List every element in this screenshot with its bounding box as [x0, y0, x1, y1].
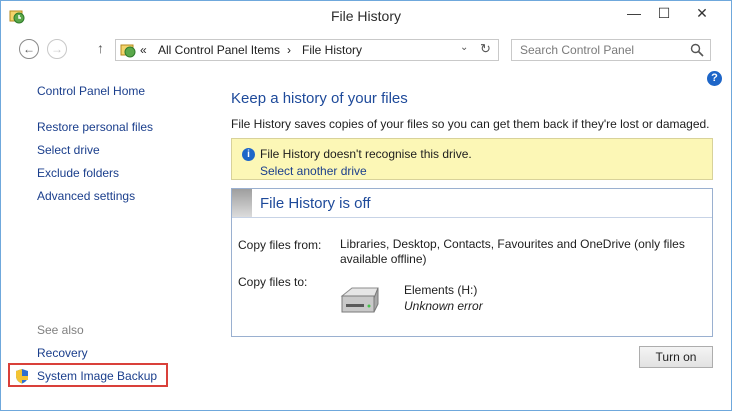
search-input[interactable]: Search Control Panel	[511, 39, 711, 61]
sidebar-item-restore-personal-files[interactable]: Restore personal files	[37, 120, 153, 134]
address-bar[interactable]: « All Control Panel Items › File History…	[115, 39, 499, 61]
breadcrumb-file-history[interactable]: File History	[302, 43, 362, 57]
status-panel: File History is off Copy files from: Lib…	[231, 188, 713, 337]
control-panel-icon	[120, 44, 136, 58]
drive-name: Elements (H:)	[404, 283, 478, 297]
forward-arrow-icon[interactable]: →	[47, 39, 67, 59]
back-arrow-icon[interactable]: ←	[19, 39, 39, 59]
page-heading: Keep a history of your files	[231, 90, 408, 107]
see-also-label: See also	[37, 323, 84, 337]
sidebar-item-system-image-backup[interactable]: System Image Backup	[37, 369, 157, 383]
refresh-icon[interactable]: ↻	[480, 41, 491, 57]
copy-from-value-line2: available offline)	[340, 252, 427, 266]
navigation-bar: ← → ↑ « All Control Panel Items › File H…	[1, 35, 731, 65]
shield-icon	[16, 369, 28, 384]
info-icon: i	[242, 148, 255, 161]
select-another-drive-link[interactable]: Select another drive	[260, 164, 367, 178]
info-bar: i File History doesn't recognise this dr…	[231, 138, 713, 180]
breadcrumb-overflow[interactable]: «	[140, 43, 147, 57]
copy-from-value-line1: Libraries, Desktop, Contacts, Favourites…	[340, 237, 685, 251]
title-bar: File History — ☐ ✕	[1, 1, 731, 32]
turn-on-button[interactable]: Turn on	[639, 346, 713, 368]
search-icon[interactable]	[690, 43, 704, 57]
sidebar-control-panel-home[interactable]: Control Panel Home	[37, 84, 145, 98]
intro-text: File History saves copies of your files …	[231, 117, 710, 131]
info-message: File History doesn't recognise this driv…	[260, 147, 472, 161]
help-icon[interactable]: ?	[707, 71, 722, 86]
close-button[interactable]: ✕	[679, 1, 725, 25]
search-placeholder: Search Control Panel	[520, 43, 635, 57]
copy-from-label: Copy files from:	[238, 238, 322, 252]
drive-status: Unknown error	[404, 299, 483, 313]
chevron-down-icon[interactable]: ⌄	[460, 42, 468, 53]
file-history-window: File History — ☐ ✕ ← → ↑ « All Control P…	[0, 0, 732, 411]
sidebar-item-advanced-settings[interactable]: Advanced settings	[37, 189, 135, 203]
breadcrumb-separator[interactable]: ›	[287, 43, 291, 57]
breadcrumb-all-items[interactable]: All Control Panel Items	[158, 43, 280, 57]
panel-title: File History is off	[260, 195, 371, 212]
maximize-button[interactable]: ☐	[649, 1, 679, 25]
drive-icon	[340, 287, 379, 313]
up-arrow-icon[interactable]: ↑	[97, 40, 104, 56]
status-indicator	[232, 189, 252, 217]
sidebar-item-recovery[interactable]: Recovery	[37, 346, 88, 360]
minimize-button[interactable]: —	[619, 1, 649, 25]
sidebar-item-select-drive[interactable]: Select drive	[37, 143, 100, 157]
copy-to-label: Copy files to:	[238, 275, 308, 289]
sidebar-item-exclude-folders[interactable]: Exclude folders	[37, 166, 119, 180]
panel-header: File History is off	[232, 189, 712, 218]
